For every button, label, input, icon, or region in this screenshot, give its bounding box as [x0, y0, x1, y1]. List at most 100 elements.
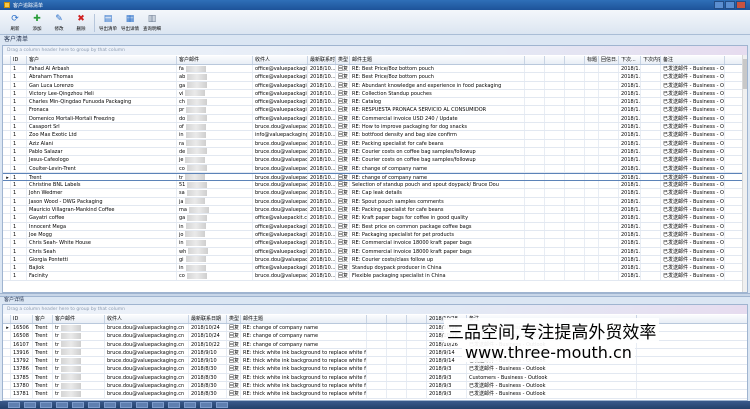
minimize-button[interactable] [714, 1, 724, 9]
table-row[interactable]: 1 Abraham Thomas ab office@valuepackagi... 2… [3, 73, 747, 82]
table-row[interactable]: 1 Fronaca pr office@valuepackagi... 2018/10.… [3, 106, 747, 115]
toolbar: ⟳ 刷新 ✚ 添加 ✎ 修改 ✖ 删除 ▤ 导出清单 ▦ 导出详情 ▥ 查询明细 [0, 10, 750, 35]
close-button[interactable] [736, 1, 746, 9]
column-header[interactable]: 客户 [27, 56, 177, 64]
column-header[interactable]: ID [11, 56, 27, 64]
table-cell [525, 147, 545, 156]
table-row[interactable]: 1Facinitycobruce.dou@valuepack...2018/10… [3, 272, 747, 281]
scroll-thumb[interactable] [743, 59, 747, 89]
toolbar-button-edit[interactable]: ✎ 修改 [48, 10, 70, 35]
column-header[interactable]: ID [11, 315, 33, 323]
column-header[interactable]: 收件人 [253, 56, 308, 64]
column-header[interactable]: 类型 [336, 56, 350, 64]
toolbar-button-add[interactable]: ✚ 添加 [26, 10, 48, 35]
column-header[interactable]: 类型 [227, 315, 241, 323]
table-row[interactable]: 1Aziz Alanirabruce.dou@valuepack...2018/… [3, 139, 747, 148]
column-header[interactable]: 备注 [661, 56, 725, 64]
table-cell: Trent [27, 173, 177, 181]
taskbar-app-icon[interactable] [40, 402, 52, 408]
taskbar-app-icon[interactable] [184, 402, 196, 408]
table-cell: RE: Abundant knowledge and experience in… [350, 81, 525, 89]
taskbar-app-icon[interactable] [8, 402, 20, 408]
column-header[interactable]: 最新联系时间 [308, 56, 336, 64]
maximize-button[interactable] [725, 1, 735, 9]
toolbar-button-export-detail[interactable]: ▦ 导出详情 [119, 10, 141, 35]
table-cell [641, 123, 661, 131]
table-row[interactable]: 13792 Trent tr bruce.dou@valuepackaging.cn 2… [3, 357, 747, 366]
table-cell: 2018/1... [621, 173, 641, 181]
table-cell: office@valuepackagi... [255, 222, 308, 230]
table-cell: 2018/10... [310, 65, 336, 73]
table-row[interactable]: 1 Victory Lee-Qingzhou Heli vi office@value… [3, 89, 747, 99]
table-row[interactable]: 1 Jason Wood - DWG Packaging ja bruce.dou@v… [3, 197, 747, 207]
row-indicator [3, 164, 11, 172]
table-row[interactable]: 1 Mauricio Villagran-Mankind Coffee ma bruc… [3, 206, 747, 215]
column-header[interactable]: 收件人 [105, 315, 189, 323]
column-header[interactable] [387, 315, 407, 323]
table-row[interactable]: 1Jesus-Cafeologojebruce.dou@valuepack...… [3, 156, 747, 165]
table-row[interactable]: 1 Charles Min-Qingdao Funuoda Packaging ch… [3, 98, 747, 107]
taskbar-app-icon[interactable] [104, 402, 116, 408]
table-cell: 1 [11, 81, 27, 89]
toolbar-button-refresh[interactable]: ⟳ 刷新 [4, 10, 26, 35]
column-header[interactable]: 客户邮件 [53, 315, 105, 323]
table-row[interactable]: 1 Gan Luca Lorenzo ga office@valuepackagi..… [3, 81, 747, 90]
table-row[interactable]: 1Casaport Srlofbruce.dou@valuepack...201… [3, 123, 747, 132]
table-cell: office@valuepackagi... [255, 89, 308, 98]
table-row[interactable]: 1 Fahad Al Arbash fa office@valuepackagi...… [3, 65, 747, 74]
table-row[interactable]: ▸1Trenttrbruce.dou@valuepack...2018/10..… [3, 172, 747, 182]
toolbar-button-query-detail[interactable]: ▥ 查询明细 [141, 10, 163, 35]
table-row[interactable]: 1 Joe Mogg jo office@valuepackagi... 2018/10… [3, 230, 747, 240]
table-row[interactable]: 1 Domenico Mortali-Mortali Freezing do offi… [3, 114, 747, 124]
toolbar-button-export-list[interactable]: ▤ 导出清单 [97, 10, 119, 35]
toolbar-button-delete[interactable]: ✖ 删除 [70, 10, 92, 35]
column-header[interactable]: 客户 [33, 315, 53, 323]
column-header[interactable]: 最新联系日期 [189, 315, 227, 323]
taskbar-app-icon[interactable] [120, 402, 132, 408]
table-cell: co [177, 272, 253, 280]
column-header[interactable]: 标题 [585, 56, 599, 64]
table-row[interactable]: 1 Bajiok in office@valuepackagi... 2018/10..… [3, 264, 747, 273]
column-header[interactable]: 下次内容 [641, 56, 661, 64]
table-row[interactable]: 1 Christine BNL Labels 51 bruce.dou@valuepa… [3, 181, 747, 190]
column-header[interactable]: 下次... [619, 56, 641, 64]
table-cell [585, 89, 599, 98]
taskbar-app-icon[interactable] [136, 402, 148, 408]
table-row[interactable]: 1Pablo Salazardebruce.dou@valuepack...20… [3, 147, 747, 157]
table-row[interactable]: 1Giorgia Pontettigibruce.dou@valuepack..… [3, 255, 747, 265]
table-row[interactable]: 1Gayatri coffeegaoffice@valuepackit.com2… [3, 214, 747, 223]
table-row[interactable]: 1 Zoo Max Exotic Ltd in info@valuepackaging… [3, 131, 747, 140]
taskbar-app-icon[interactable] [88, 402, 100, 408]
column-header[interactable]: 客户邮件 [177, 56, 253, 64]
table-row[interactable]: 13916 Trent tr bruce.dou@valuepackaging.cn 2… [3, 348, 747, 358]
table-row[interactable]: 13780 Trent tr bruce.dou@valuepackaging.cn 2… [3, 382, 747, 391]
column-header[interactable] [407, 315, 427, 323]
column-header[interactable]: 邮件主题 [350, 56, 525, 64]
table-row[interactable]: 1 Chris Seah wh office@valuepackagi... 2018/… [3, 247, 747, 256]
table-cell: 51 [177, 181, 253, 189]
column-header[interactable]: 回信日... [599, 56, 619, 64]
table-row[interactable]: 1John Wedmersabruce.dou@valuepack...2018… [3, 189, 747, 198]
table-row[interactable]: 1 Chris Seah- White House in office@valuepa… [3, 239, 747, 248]
taskbar-app-icon[interactable] [168, 402, 180, 408]
column-header[interactable] [545, 56, 565, 64]
taskbar-app-icon[interactable] [72, 402, 84, 408]
taskbar-app-icon[interactable] [216, 402, 228, 408]
vertical-scrollbar[interactable] [742, 55, 747, 292]
column-header[interactable] [525, 56, 545, 64]
column-header[interactable] [367, 315, 387, 323]
column-header[interactable]: 邮件主题 [241, 315, 367, 323]
table-row[interactable]: 13781 Trent tr bruce.dou@valuepackaging.cn 2… [3, 390, 747, 399]
table-row[interactable]: 13785 Trent tr bruce.dou@valuepackaging.cn 2… [3, 373, 747, 383]
taskbar-app-icon[interactable] [24, 402, 36, 408]
table-row[interactable]: 1 Innocent Mega in office@valuepackagi... 20… [3, 222, 747, 231]
table-cell: 2018/10... [310, 206, 336, 214]
taskbar-app-icon[interactable] [56, 402, 68, 408]
column-header[interactable] [565, 56, 585, 64]
taskbar-app-icon[interactable] [200, 402, 212, 408]
table-row[interactable]: 13786 Trent tr bruce.dou@valuepackaging.cn 2… [3, 365, 747, 374]
table-row[interactable]: 1 Coulter-Levin-Trent co bruce.dou@valuepac… [3, 164, 747, 173]
taskbar-app-icon[interactable] [152, 402, 164, 408]
table-cell: 2018/10... [310, 189, 336, 197]
table-cell: Trent [33, 365, 53, 373]
